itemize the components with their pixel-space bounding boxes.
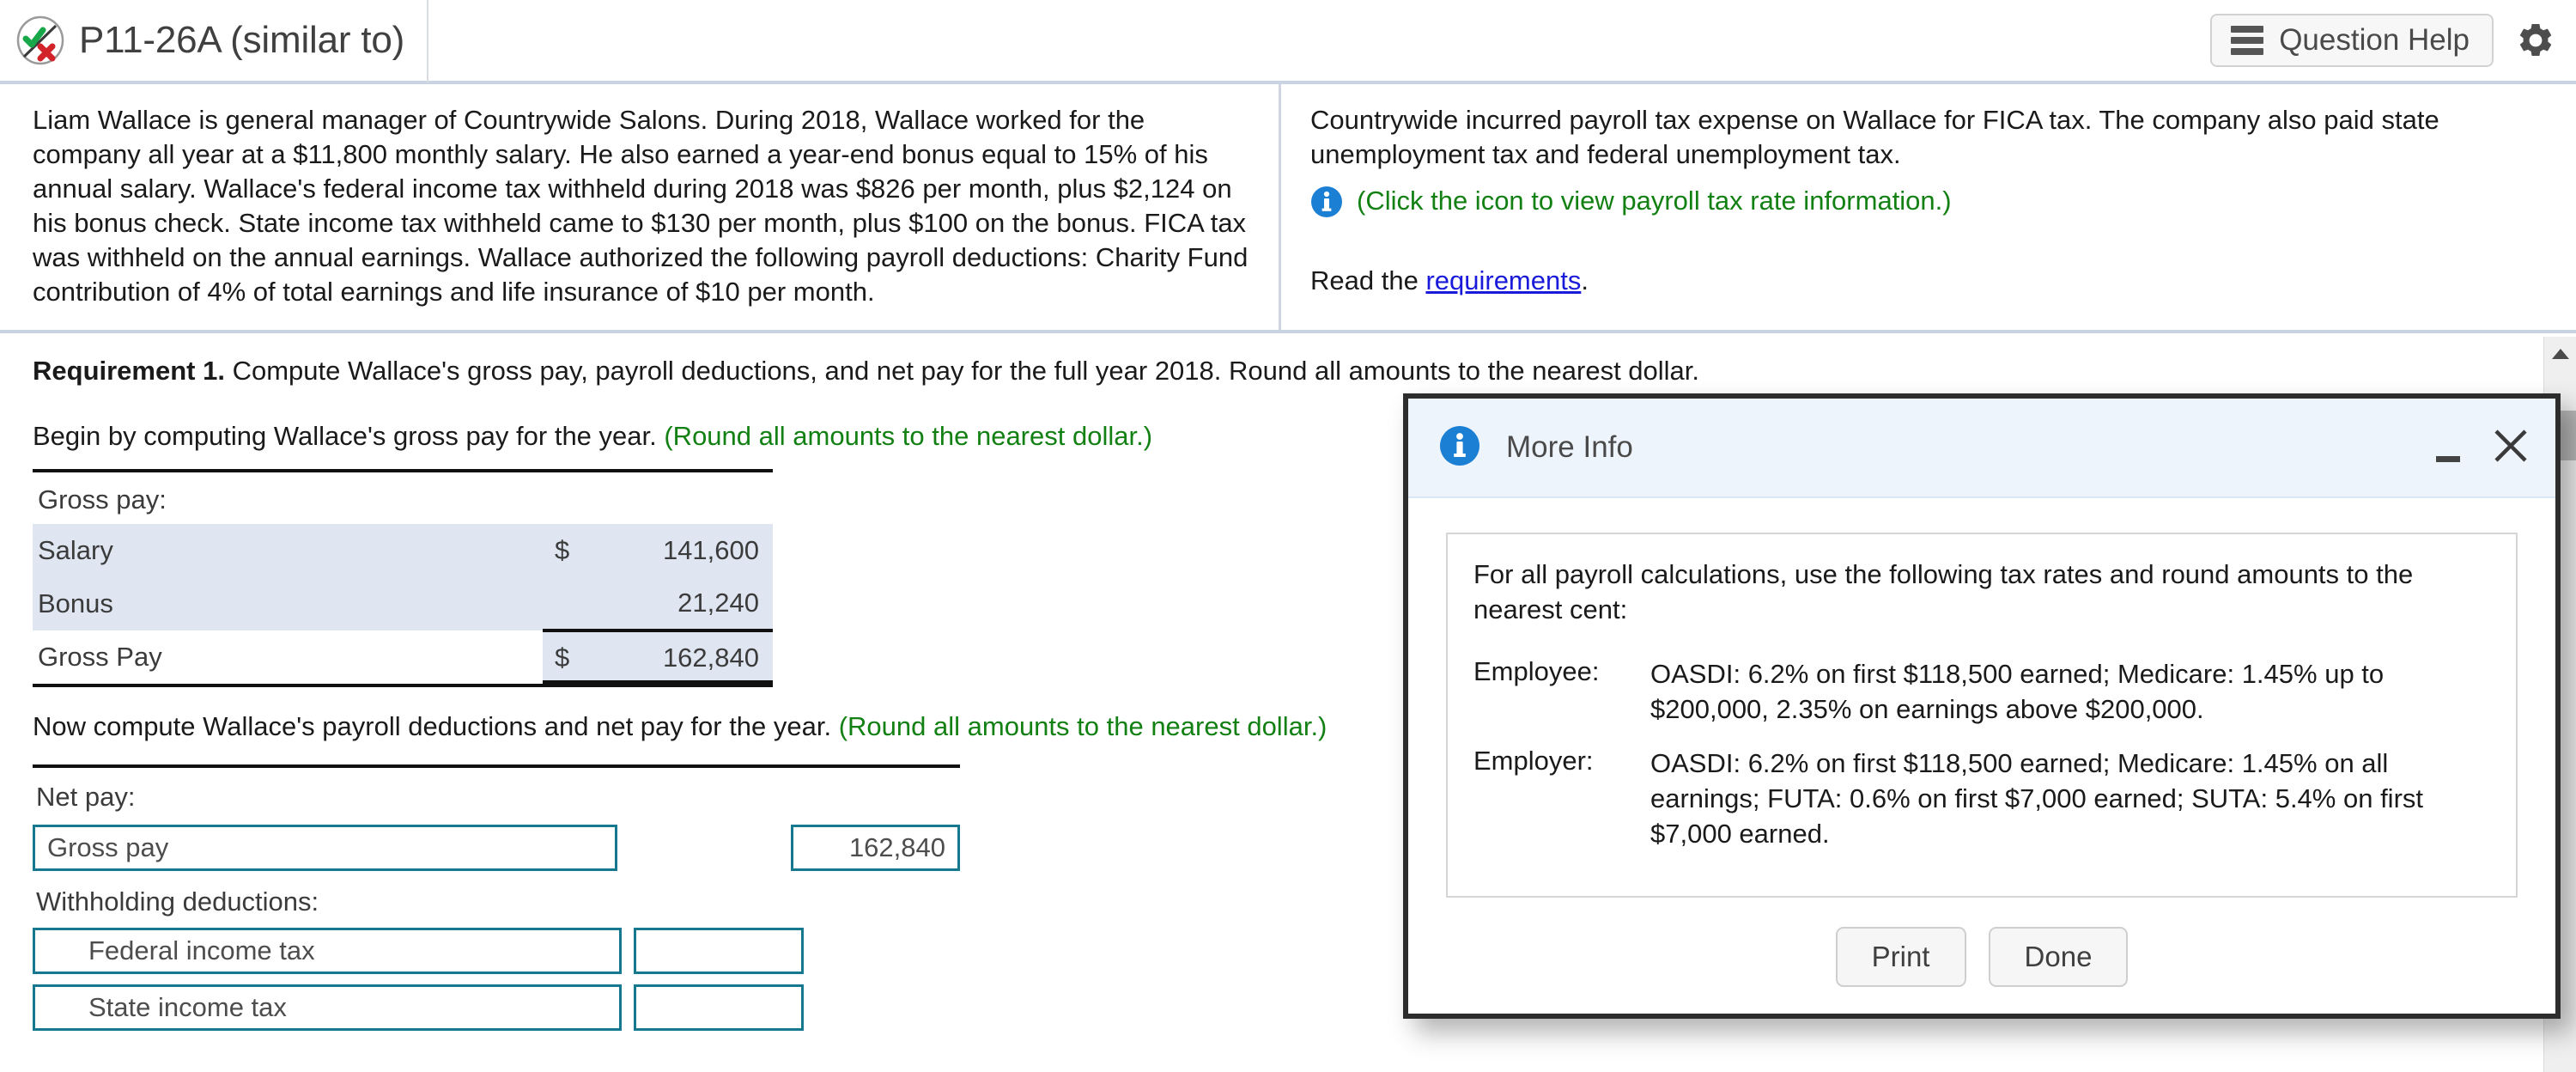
- state-income-tax-name-input[interactable]: State income tax: [33, 984, 622, 1031]
- app-root: P11-26A (similar to) Question Help Liam …: [0, 0, 2576, 1072]
- tax-rate-value: OASDI: 6.2% on first $118,500 earned; Me…: [1650, 748, 2423, 849]
- net-pay-row-state-income-tax: State income tax: [33, 984, 960, 1031]
- dialog-window-controls: [2433, 427, 2530, 469]
- tax-rate-intro: For all payroll calculations, use the fo…: [1473, 559, 2414, 624]
- gross-pay-caption: Gross pay:: [38, 484, 167, 515]
- read-requirements-line: Read the requirements.: [1310, 265, 2550, 296]
- info-icon: [1439, 425, 1480, 471]
- requirements-link[interactable]: requirements: [1425, 265, 1581, 295]
- read-prefix: Read the: [1310, 265, 1426, 295]
- list-lines-icon: [2231, 26, 2264, 55]
- more-info-dialog: More Info For all payroll calculations, …: [1403, 393, 2561, 1019]
- gross-row-amount: 141,600: [591, 524, 773, 577]
- close-icon[interactable]: [2492, 427, 2530, 469]
- state-income-tax-amount-input[interactable]: [634, 984, 804, 1031]
- header-actions: Question Help: [2210, 14, 2576, 67]
- gross-row-label: Salary: [33, 524, 543, 577]
- tax-rate-info-box: For all payroll calculations, use the fo…: [1446, 533, 2518, 898]
- net-pay-schedule: Net pay: Gross pay 162,840 Withholding d…: [33, 764, 960, 1031]
- net-pay-row-gross-pay: Gross pay 162,840: [33, 825, 960, 871]
- net-pay-row-federal-income-tax: Federal income tax: [33, 928, 960, 974]
- statement-left-text: Liam Wallace is general manager of Count…: [33, 105, 1249, 307]
- question-help-label: Question Help: [2279, 23, 2470, 57]
- gear-icon[interactable]: [2516, 21, 2555, 60]
- gross-row-currency: [543, 577, 591, 632]
- federal-income-tax-amount-input[interactable]: [634, 928, 804, 974]
- tax-rate-key: Employer:: [1473, 746, 1594, 776]
- dialog-title: More Info: [1506, 430, 1633, 464]
- gross-pay-rounding-hint: (Round all amounts to the nearest dollar…: [664, 421, 1153, 451]
- gross-row-label: Bonus: [33, 577, 543, 630]
- question-help-button[interactable]: Question Help: [2210, 14, 2494, 67]
- statement-right-column: Countrywide incurred payroll tax expense…: [1281, 84, 2576, 330]
- payroll-rate-info-line: (Click the icon to view payroll tax rate…: [1310, 184, 2550, 222]
- federal-income-tax-name-input[interactable]: Federal income tax: [33, 928, 622, 974]
- net-pay-instruction-text: Now compute Wallace's payroll deductions…: [33, 711, 839, 741]
- requirement-heading: Requirement 1. Compute Wallace's gross p…: [33, 356, 2543, 387]
- gross-row-currency: $: [543, 524, 591, 577]
- check-x-icon: [15, 15, 65, 65]
- print-button[interactable]: Print: [1835, 927, 1966, 987]
- net-pay-rounding-hint: (Round all amounts to the nearest dollar…: [838, 711, 1327, 741]
- gross-pay-bottom-rule: [33, 684, 773, 687]
- dialog-footer: Print Done: [1446, 898, 2518, 987]
- table-row: Gross Pay $ 162,840: [33, 630, 773, 684]
- withholding-deductions-caption: Withholding deductions:: [36, 886, 319, 917]
- list-item: Employer: OASDI: 6.2% on first $118,500 …: [1473, 746, 2490, 851]
- app-header: P11-26A (similar to) Question Help: [0, 0, 2576, 84]
- gross-row-label: Gross Pay: [38, 642, 162, 672]
- info-icon[interactable]: [1310, 186, 1343, 222]
- tax-rate-list: Employee: OASDI: 6.2% on first $118,500 …: [1473, 656, 2490, 851]
- page-title: P11-26A (similar to): [79, 19, 405, 61]
- gross-pay-instruction-text: Begin by computing Wallace's gross pay f…: [33, 421, 665, 451]
- minimize-icon[interactable]: [2433, 433, 2463, 462]
- gross-pay-name-input[interactable]: Gross pay: [33, 825, 617, 871]
- table-row: Salary $ 141,600: [33, 524, 773, 577]
- gross-pay-amount-input[interactable]: 162,840: [791, 825, 960, 871]
- requirement-description: Compute Wallace's gross pay, payroll ded…: [224, 356, 1700, 386]
- net-pay-caption: Net pay:: [36, 782, 136, 812]
- tax-rate-value: OASDI: 6.2% on first $118,500 earned; Me…: [1650, 659, 2385, 724]
- payroll-rate-info-link[interactable]: (Click the icon to view payroll tax rate…: [1357, 184, 1952, 218]
- dialog-title-bar: More Info: [1408, 399, 2555, 498]
- gross-pay-table: Salary $ 141,600 Bonus 21,240 Gross Pay …: [33, 524, 773, 684]
- problem-statement: Liam Wallace is general manager of Count…: [0, 84, 2576, 333]
- list-item: Employee: OASDI: 6.2% on first $118,500 …: [1473, 656, 2490, 727]
- statement-left-column: Liam Wallace is general manager of Count…: [0, 84, 1281, 330]
- table-row: Bonus 21,240: [33, 577, 773, 632]
- requirement-number: Requirement 1.: [33, 356, 225, 386]
- dialog-body: For all payroll calculations, use the fo…: [1408, 498, 2555, 1014]
- gross-pay-schedule: Gross pay: Salary $ 141,600 Bonus 21,240…: [33, 469, 773, 687]
- header-title-group: P11-26A (similar to): [0, 0, 429, 82]
- tax-rate-key: Employee:: [1473, 656, 1600, 686]
- statement-right-text: Countrywide incurred payroll tax expense…: [1310, 105, 2439, 169]
- read-suffix: .: [1581, 265, 1589, 295]
- gross-row-currency: $: [543, 630, 591, 684]
- gross-row-amount: 162,840: [591, 630, 773, 684]
- scroll-up-arrow-icon[interactable]: [2544, 337, 2576, 371]
- gross-row-amount: 21,240: [591, 577, 773, 632]
- done-button[interactable]: Done: [1988, 927, 2129, 987]
